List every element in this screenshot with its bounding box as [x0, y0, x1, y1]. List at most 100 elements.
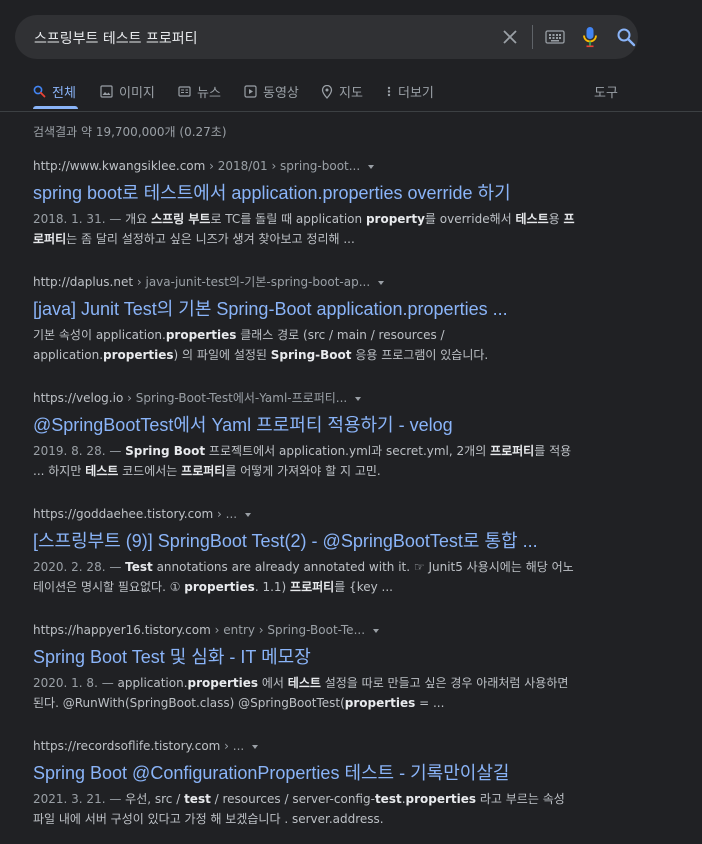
tab-tools[interactable]: 도구: [594, 82, 618, 101]
tab-label: 전체: [52, 86, 76, 101]
snippet-highlight: 테스트: [287, 676, 321, 690]
result-url[interactable]: http://www.kwangsiklee.com › 2018/01 › s…: [33, 157, 593, 175]
search-tabs: 전체 이미지 뉴스 동영상 지도 더보기 도구: [0, 74, 702, 112]
result-title-link[interactable]: [java] Junit Test의 기본 Spring-Boot applic…: [33, 298, 593, 320]
snippet-highlight: 테스트: [85, 464, 119, 478]
snippet-text: / resources / server-config-: [210, 792, 375, 806]
more-vert-icon: [387, 86, 391, 97]
snippet-highlight: Spring Boot: [125, 444, 206, 458]
search-icon: [33, 85, 46, 98]
snippet-text: 를 {key ...: [334, 580, 393, 594]
search-result: https://happyer16.tistory.com › entry › …: [33, 621, 593, 713]
tab-label: 뉴스: [197, 86, 221, 101]
result-snippet: 2020. 1. 8. — application.properties 에서 …: [33, 673, 578, 713]
search-result: https://goddaehee.tistory.com › ... [스프링…: [33, 505, 593, 597]
snippet-highlight: 프로퍼티: [181, 464, 226, 478]
snippet-text: = ...: [415, 696, 445, 710]
search-icon[interactable]: [616, 27, 636, 47]
snippet-text: application.: [117, 676, 188, 690]
snippet-text: 는 좀 달리 설정하고 싶은 니즈가 생겨 찾아보고 정리해 ...: [66, 232, 355, 246]
snippet-text: . 1.1): [254, 580, 291, 594]
tab-label: 지도: [339, 86, 363, 101]
tab-all[interactable]: 전체: [33, 82, 76, 101]
snippet-highlight: Test: [125, 560, 153, 574]
result-url[interactable]: https://goddaehee.tistory.com › ...: [33, 505, 593, 523]
clear-icon[interactable]: [501, 28, 519, 46]
search-divider: [532, 25, 533, 49]
search-result: http://www.kwangsiklee.com › 2018/01 › s…: [33, 157, 593, 249]
result-stats: 검색결과 약 19,700,000개 (0.27초): [33, 125, 227, 139]
snippet-text: 코드에서는: [118, 464, 182, 478]
result-title-link[interactable]: @SpringBootTest에서 Yaml 프로퍼티 적용하기 - velog: [33, 414, 593, 436]
dropdown-caret-icon[interactable]: [368, 164, 375, 169]
result-url[interactable]: https://velog.io › Spring-Boot-Test에서-Ya…: [33, 389, 593, 407]
dropdown-caret-icon[interactable]: [378, 280, 385, 285]
result-snippet: 기본 속성이 application.properties 클래스 경로 (sr…: [33, 325, 578, 365]
image-icon: [100, 85, 113, 98]
snippet-highlight: property: [365, 212, 425, 226]
snippet-text: 프로젝트에서 application.yml과 secret.yml, 2개의: [205, 444, 491, 458]
dropdown-caret-icon[interactable]: [373, 628, 380, 633]
result-date: 2018. 1. 31. —: [33, 212, 126, 226]
result-title-link[interactable]: Spring Boot @ConfigurationProperties 테스트…: [33, 762, 593, 784]
result-date: 2020. 1. 8. —: [33, 676, 118, 690]
snippet-highlight: 프로퍼티: [290, 580, 335, 594]
dropdown-caret-icon[interactable]: [252, 744, 259, 749]
snippet-text: 를 어떻게 가져와야 할 지 고민.: [225, 464, 381, 478]
active-tab-indicator: [33, 106, 78, 109]
snippet-text: 기본 속성이 application.: [33, 328, 166, 342]
result-title-link[interactable]: Spring Boot Test 및 심화 - IT 메모장: [33, 646, 593, 668]
search-result: http://daplus.net › java-junit-test의-기본-…: [33, 273, 593, 365]
keyboard-icon[interactable]: [545, 29, 565, 45]
result-date: 2020. 2. 28. —: [33, 560, 126, 574]
result-url[interactable]: https://recordsoflife.tistory.com › ...: [33, 737, 593, 755]
result-date: 2019. 8. 28. —: [33, 444, 126, 458]
result-snippet: 2020. 2. 28. — Test annotations are alre…: [33, 557, 578, 597]
snippet-text: 용: [548, 212, 564, 226]
tab-label: 더보기: [398, 86, 434, 101]
tab-label: 도구: [594, 86, 618, 101]
snippet-highlight: 스프링 부트: [151, 212, 211, 226]
search-result: https://velog.io › Spring-Boot-Test에서-Ya…: [33, 389, 593, 481]
dropdown-caret-icon[interactable]: [245, 512, 252, 517]
result-date: 2021. 3. 21. —: [33, 792, 126, 806]
snippet-highlight: 프로퍼티: [490, 444, 535, 458]
result-url[interactable]: http://daplus.net › java-junit-test의-기본-…: [33, 273, 593, 291]
snippet-text: 개요: [125, 212, 152, 226]
tab-maps[interactable]: 지도: [321, 82, 363, 101]
snippet-text: 로 TC를 돌릴 때 application: [210, 212, 366, 226]
result-snippet: 2019. 8. 28. — Spring Boot 프로젝트에서 applic…: [33, 441, 578, 481]
snippet-text: ) 의 파일에 설정된: [173, 348, 271, 362]
map-pin-icon: [321, 84, 333, 99]
result-snippet: 2018. 1. 31. — 개요 스프링 부트로 TC를 돌릴 때 appli…: [33, 209, 578, 249]
search-results-page: 스프링부트 테스트 프로퍼티 전체 이미지 뉴스 동영상 지도 더보기 도구 검…: [0, 0, 702, 844]
dropdown-caret-icon[interactable]: [355, 396, 362, 401]
snippet-text: 응용 프로그램이 있습니다.: [351, 348, 489, 362]
video-icon: [244, 85, 257, 98]
result-url[interactable]: https://happyer16.tistory.com › entry › …: [33, 621, 593, 639]
search-result: https://recordsoflife.tistory.com › ... …: [33, 737, 593, 829]
snippet-highlight: 테스트: [515, 212, 549, 226]
snippet-highlight: properties: [184, 580, 255, 594]
tab-images[interactable]: 이미지: [100, 82, 155, 101]
snippet-highlight: properties: [103, 348, 174, 362]
microphone-icon[interactable]: [582, 26, 598, 48]
snippet-highlight: properties: [344, 696, 416, 710]
tab-label: 이미지: [119, 86, 155, 101]
snippet-highlight: test: [184, 792, 211, 806]
snippet-text: 에서: [258, 676, 288, 690]
tab-more[interactable]: 더보기: [386, 82, 434, 101]
news-icon: [178, 86, 191, 97]
snippet-highlight: properties: [165, 328, 237, 342]
result-snippet: 2021. 3. 21. — 우선, src / test / resource…: [33, 789, 578, 829]
search-input[interactable]: 스프링부트 테스트 프로퍼티: [34, 28, 197, 48]
snippet-text: 를 override해서: [424, 212, 516, 226]
snippet-highlight: test: [374, 792, 402, 806]
tab-label: 동영상: [263, 86, 299, 101]
tab-news[interactable]: 뉴스: [178, 82, 221, 101]
search-box[interactable]: 스프링부트 테스트 프로퍼티: [15, 15, 638, 59]
tab-videos[interactable]: 동영상: [244, 82, 299, 101]
result-title-link[interactable]: [스프링부트 (9)] SpringBoot Test(2) - @Spring…: [33, 530, 593, 552]
snippet-text: 우선, src /: [125, 792, 185, 806]
result-title-link[interactable]: spring boot로 테스트에서 application.propertie…: [33, 182, 593, 204]
